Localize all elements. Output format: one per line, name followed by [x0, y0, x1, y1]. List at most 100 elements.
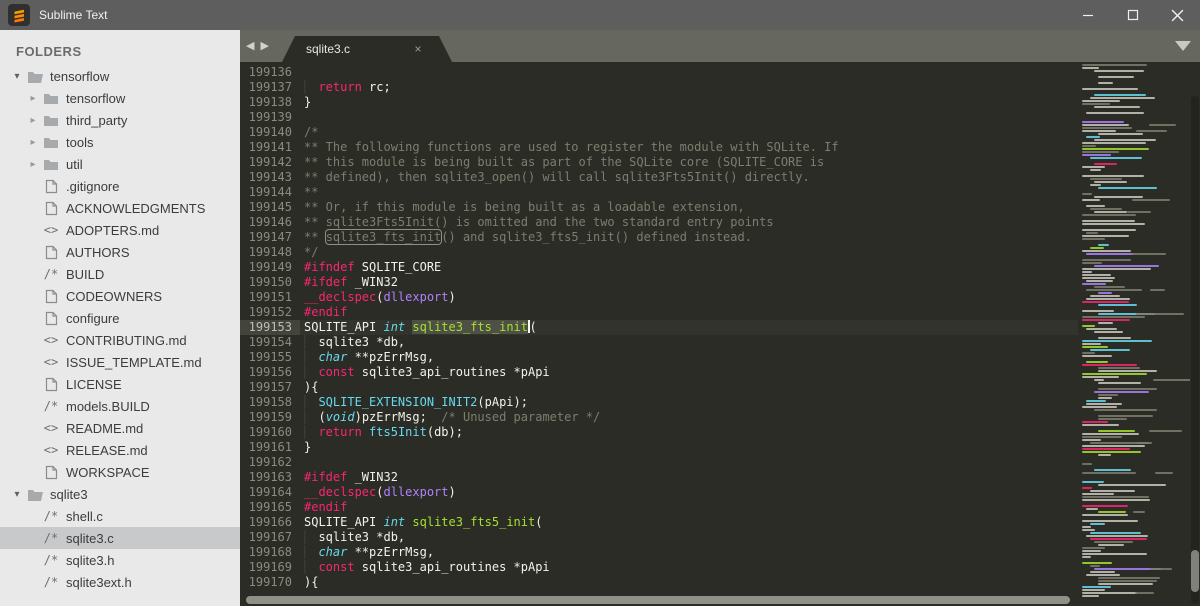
folders-header: FOLDERS — [16, 44, 82, 59]
code-line-199160[interactable]: 199160 return fts5Init(db); — [240, 425, 1078, 440]
code-line-199154[interactable]: 199154 sqlite3 *db, — [240, 335, 1078, 350]
code-line-199156[interactable]: 199156 const sqlite3_api_routines *pApi — [240, 365, 1078, 380]
line-number: 199148 — [248, 245, 292, 259]
sidebar-item-shell-c[interactable]: /* shell.c — [0, 505, 240, 527]
sidebar-item-label: tensorflow — [50, 68, 110, 84]
line-source: ** defined), then sqlite3_open() will ca… — [304, 170, 810, 184]
code-line-199157[interactable]: 199157){ — [240, 380, 1078, 395]
sidebar-item-sqlite3-h[interactable]: /* sqlite3.h — [0, 549, 240, 571]
code-line-199162[interactable]: 199162 — [240, 455, 1078, 470]
sidebar-item-workspace[interactable]: WORKSPACE — [0, 461, 240, 483]
line-source: ** this module is being built as part of… — [304, 155, 825, 169]
code-line-199163[interactable]: 199163 #ifdef _WIN32 — [240, 470, 1078, 485]
sidebar-item--gitignore[interactable]: .gitignore — [0, 175, 240, 197]
sidebar-item-label: LICENSE — [66, 376, 122, 392]
code-line-199153[interactable]: 199153 SQLITE_API int sqlite3_fts_init( — [240, 320, 1078, 335]
code-line-199145[interactable]: 199145 ** Or, if this module is being bui… — [240, 200, 1078, 215]
code-line-199142[interactable]: 199142 ** this module is being built as p… — [240, 155, 1078, 170]
sidebar-item-label: README.md — [66, 420, 144, 436]
code-line-199167[interactable]: 199167 sqlite3 *db, — [240, 530, 1078, 545]
code-line-199144[interactable]: 199144 ** — [240, 185, 1078, 200]
sidebar-item-license[interactable]: LICENSE — [0, 373, 240, 395]
sidebar-item-third-party[interactable]: ▸ third_party — [0, 109, 240, 131]
collapse-arrow-icon[interactable]: ▸ — [26, 159, 40, 170]
code-line-199151[interactable]: 199151 __declspec(dllexport) — [240, 290, 1078, 305]
vertical-scrollbar-thumb[interactable] — [1191, 550, 1199, 592]
code-line-199138[interactable]: 199138} — [240, 95, 1078, 110]
code-line-199148[interactable]: 199148 */ — [240, 245, 1078, 260]
sidebar-item-util[interactable]: ▸ util — [0, 153, 240, 175]
code-line-199164[interactable]: 199164 __declspec(dllexport) — [240, 485, 1078, 500]
sidebar-item-release-md[interactable]: <> RELEASE.md — [0, 439, 240, 461]
sidebar-item-readme-md[interactable]: <> README.md — [0, 417, 240, 439]
code-line-199139[interactable]: 199139 — [240, 110, 1078, 125]
code-line-199146[interactable]: 199146 ** sqlite3Fts5Init() is omitted an… — [240, 215, 1078, 230]
code-line-199147[interactable]: 199147 ** sqlite3_fts_init() and sqlite3_… — [240, 230, 1078, 245]
sidebar-item-models-build[interactable]: /* models.BUILD — [0, 395, 240, 417]
collapse-arrow-icon[interactable]: ▸ — [26, 93, 40, 104]
sidebar-item-label: util — [66, 156, 83, 172]
code-line-199155[interactable]: 199155 char **pzErrMsg, — [240, 350, 1078, 365]
maximize-button[interactable] — [1110, 0, 1155, 30]
line-source: SQLITE_API int sqlite3_fts_init( — [304, 320, 537, 334]
sidebar-item-adopters-md[interactable]: <> ADOPTERS.md — [0, 219, 240, 241]
sidebar-item-label: tensorflow — [66, 90, 126, 106]
sidebar-item-label: third_party — [66, 112, 128, 128]
source-icon: /* — [43, 531, 59, 545]
collapse-arrow-icon[interactable]: ▸ — [26, 115, 40, 126]
code-line-199149[interactable]: 199149 #ifndef SQLITE_CORE — [240, 260, 1078, 275]
line-number: 199158 — [248, 395, 292, 409]
sidebar-item-sqlite3[interactable]: ▾ sqlite3 — [0, 483, 240, 505]
code-line-199143[interactable]: 199143 ** defined), then sqlite3_open() w… — [240, 170, 1078, 185]
code-line-199140[interactable]: 199140 /* — [240, 125, 1078, 140]
horizontal-scrollbar[interactable] — [246, 596, 1070, 604]
code-line-199159[interactable]: 199159 (void)pzErrMsg; /* Unused paramet… — [240, 410, 1078, 425]
tab-close-icon[interactable]: × — [410, 41, 426, 57]
sidebar-item-authors[interactable]: AUTHORS — [0, 241, 240, 263]
code-line-199141[interactable]: 199141 ** The following functions are use… — [240, 140, 1078, 155]
sidebar-item-codeowners[interactable]: CODEOWNERS — [0, 285, 240, 307]
code-line-199161[interactable]: 199161} — [240, 440, 1078, 455]
sidebar-item-build[interactable]: /* BUILD — [0, 263, 240, 285]
line-source: ** The following functions are used to r… — [304, 140, 839, 154]
sidebar-item-sqlite3-c[interactable]: /* sqlite3.c — [0, 527, 240, 549]
tab-overflow-icon[interactable] — [1175, 41, 1191, 51]
code-line-199136[interactable]: 199136 — [240, 65, 1078, 80]
code-line-199137[interactable]: 199137 return rc; — [240, 80, 1078, 95]
code-line-199166[interactable]: 199166 SQLITE_API int sqlite3_fts5_init( — [240, 515, 1078, 530]
sidebar-item-sqlite3ext-h[interactable]: /* sqlite3ext.h — [0, 571, 240, 593]
expand-arrow-icon[interactable]: ▾ — [10, 489, 24, 500]
sidebar-item-configure[interactable]: configure — [0, 307, 240, 329]
line-source: #ifdef _WIN32 — [304, 470, 398, 484]
code-line-199158[interactable]: 199158 SQLITE_EXTENSION_INIT2(pApi); — [240, 395, 1078, 410]
line-source: const sqlite3_api_routines *pApi — [300, 365, 549, 380]
minimize-button[interactable] — [1065, 0, 1110, 30]
line-number: 199136 — [248, 65, 292, 79]
code-line-199168[interactable]: 199168 char **pzErrMsg, — [240, 545, 1078, 560]
horizontal-scrollbar-thumb[interactable] — [246, 596, 1070, 604]
folder-tree: ▾ tensorflow ▸ tensorflow ▸ third_party ▸ tools… — [0, 65, 240, 593]
sidebar-item-contributing-md[interactable]: <> CONTRIBUTING.md — [0, 329, 240, 351]
code-line-199169[interactable]: 199169 const sqlite3_api_routines *pApi — [240, 560, 1078, 575]
vertical-scrollbar[interactable] — [1191, 96, 1199, 604]
markdown-icon: <> — [43, 443, 59, 457]
sidebar-item-issue-template-md[interactable]: <> ISSUE_TEMPLATE.md — [0, 351, 240, 373]
sidebar-item-tools[interactable]: ▸ tools — [0, 131, 240, 153]
code-line-199150[interactable]: 199150 #ifdef _WIN32 — [240, 275, 1078, 290]
code-line-199152[interactable]: 199152 #endif — [240, 305, 1078, 320]
expand-arrow-icon[interactable]: ▾ — [10, 71, 24, 82]
code-area[interactable]: 199136 199137 return rc; 199138} 199139 1991… — [240, 62, 1200, 606]
minimap[interactable] — [1080, 64, 1190, 604]
sidebar-item-acknowledgments[interactable]: ACKNOWLEDGMENTS — [0, 197, 240, 219]
code-line-199165[interactable]: 199165 #endif — [240, 500, 1078, 515]
source-icon: /* — [43, 575, 59, 589]
close-button[interactable] — [1155, 0, 1200, 30]
collapse-arrow-icon[interactable]: ▸ — [26, 137, 40, 148]
sidebar-item-tensorflow[interactable]: ▸ tensorflow — [0, 87, 240, 109]
line-number: 199155 — [248, 350, 292, 364]
sidebar-item-tensorflow[interactable]: ▾ tensorflow — [0, 65, 240, 87]
tab-next-icon[interactable]: ▶ — [260, 39, 268, 53]
tab-sqlite3c[interactable]: sqlite3.c × — [282, 36, 452, 62]
code-line-199170[interactable]: 199170){ — [240, 575, 1078, 590]
tab-prev-icon[interactable]: ◀ — [246, 39, 254, 53]
